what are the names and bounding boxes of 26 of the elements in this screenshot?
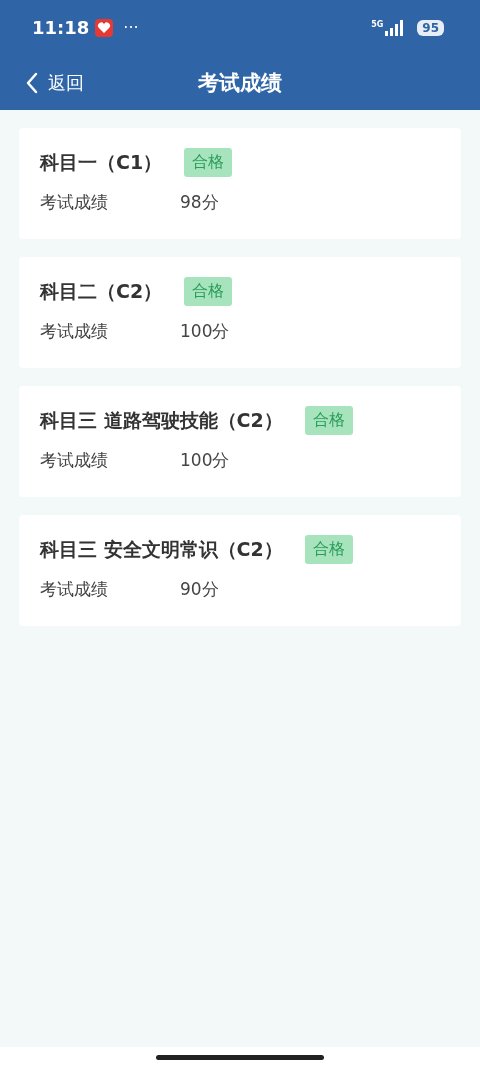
status-time: 11:18 bbox=[32, 17, 90, 38]
score-label: 考试成绩 bbox=[40, 191, 109, 214]
score-label: 考试成绩 bbox=[40, 320, 109, 343]
pass-badge: 合格 bbox=[304, 406, 353, 435]
score-value: 90分 bbox=[180, 578, 219, 601]
home-indicator[interactable] bbox=[156, 1054, 324, 1060]
subject-title: 科目一（C1） bbox=[40, 149, 163, 175]
score-value: 98分 bbox=[180, 191, 219, 214]
score-value: 100分 bbox=[180, 320, 230, 343]
app-notification-icon bbox=[95, 18, 114, 37]
more-notifications: ··· bbox=[123, 18, 139, 37]
subject-title: 科目三 安全文明常识（C2） bbox=[40, 536, 283, 562]
subject-title: 科目二（C2） bbox=[40, 278, 163, 304]
back-icon bbox=[26, 71, 38, 94]
score-label: 考试成绩 bbox=[40, 449, 109, 472]
signal-icon bbox=[385, 19, 406, 36]
score-value: 100分 bbox=[180, 449, 230, 472]
pass-badge: 合格 bbox=[304, 535, 353, 564]
page-title: 考试成绩 bbox=[198, 70, 282, 95]
score-label: 考试成绩 bbox=[40, 578, 109, 601]
pass-badge: 合格 bbox=[184, 277, 233, 306]
pass-badge: 合格 bbox=[184, 148, 233, 177]
battery-level: 95 bbox=[417, 19, 444, 36]
subject-title: 科目三 道路驾驶技能（C2） bbox=[40, 407, 283, 433]
network-type: 5G bbox=[371, 19, 384, 29]
back-button[interactable]: 返回 bbox=[26, 70, 84, 95]
